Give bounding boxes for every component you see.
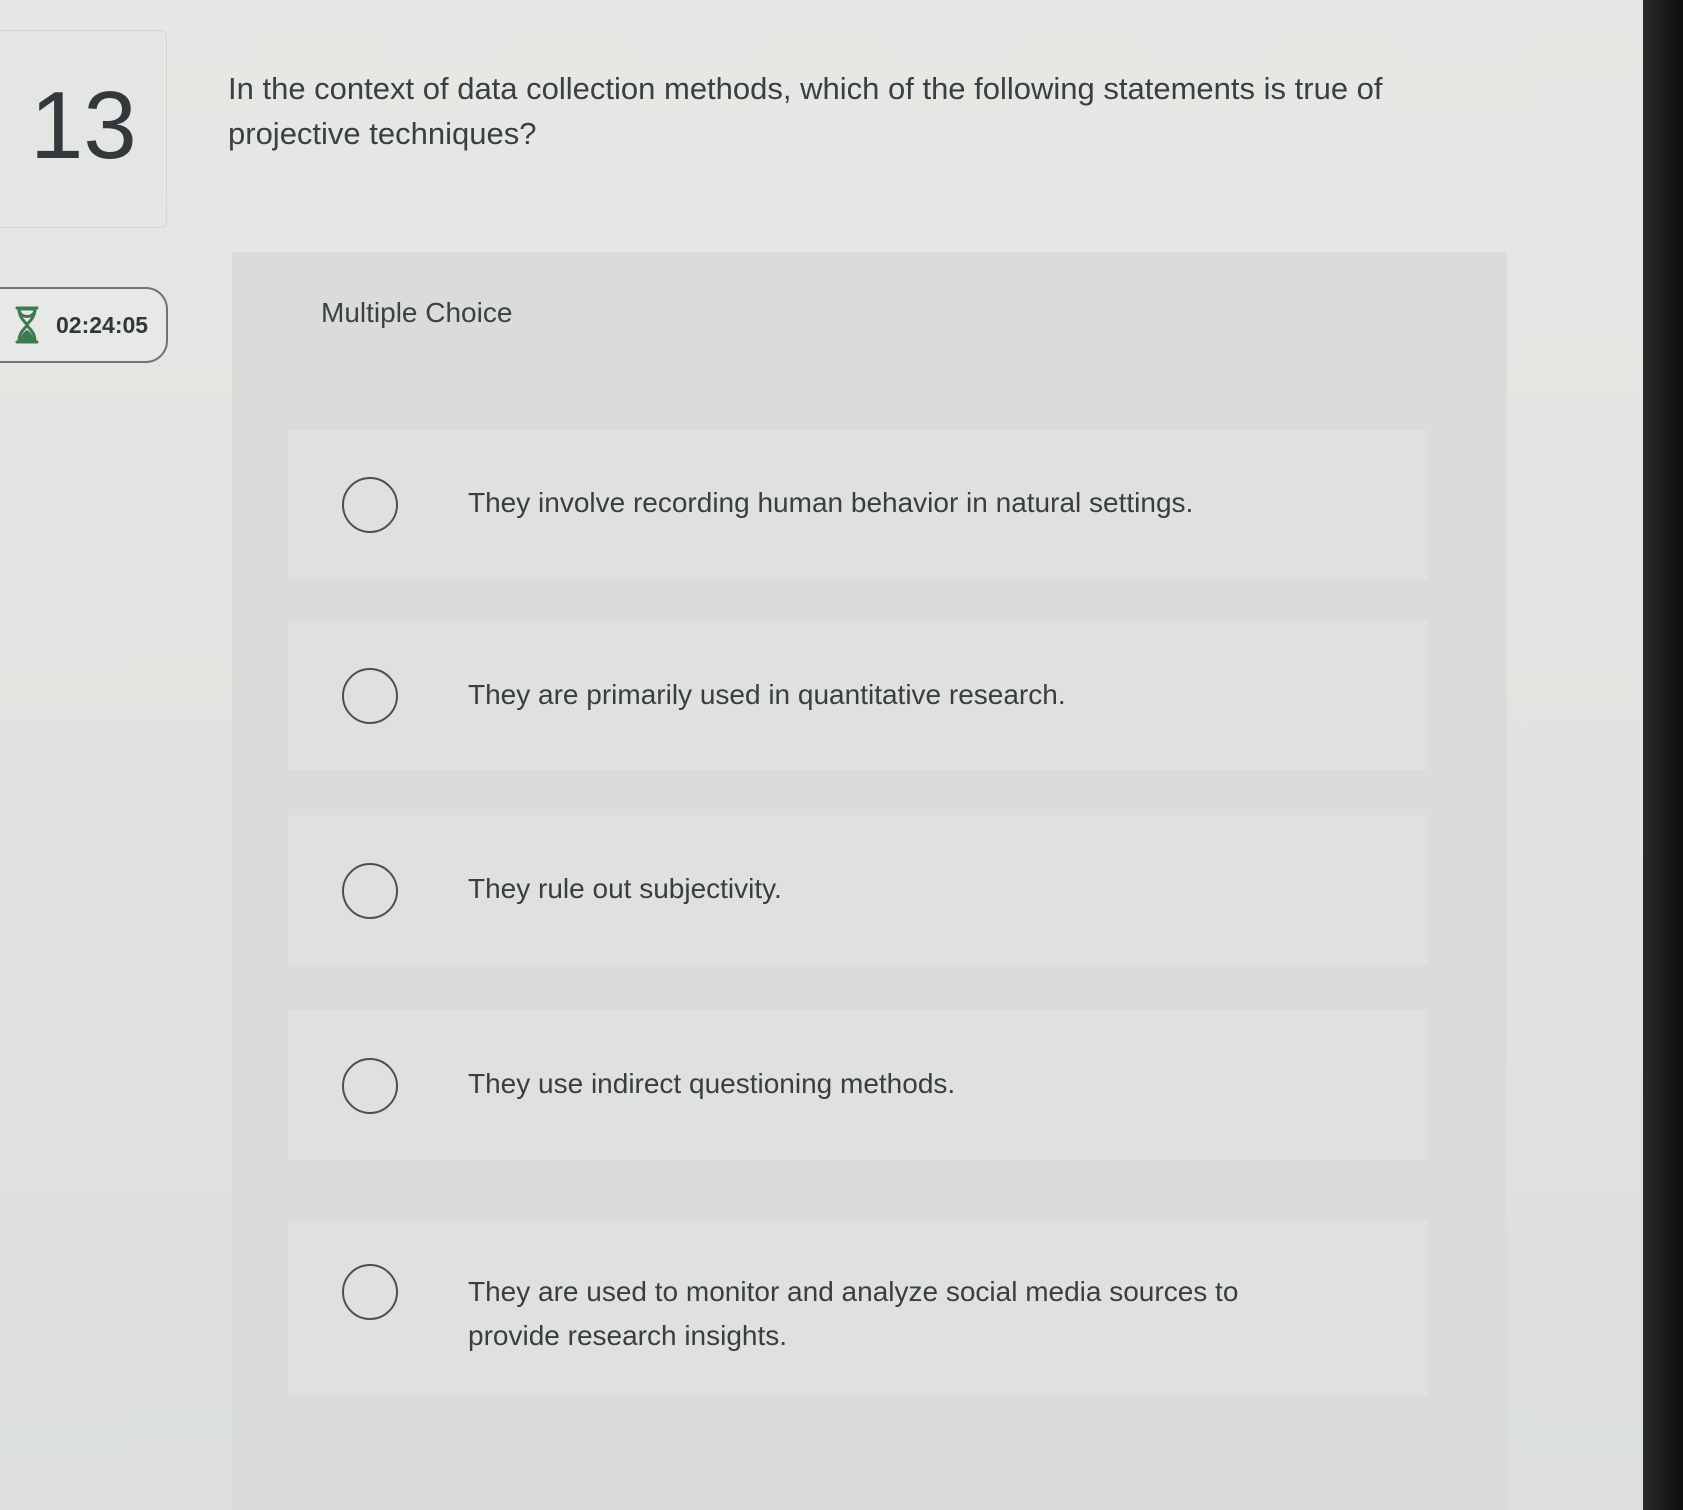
answer-option-4-label: They use indirect questioning methods.: [468, 1068, 956, 1099]
radio-button-5[interactable]: [342, 1264, 398, 1320]
radio-button-3[interactable]: [342, 863, 398, 919]
answer-option-4[interactable]: They use indirect questioning methods.: [288, 1010, 1428, 1160]
answer-option-5[interactable]: They are used to monitor and analyze soc…: [288, 1220, 1428, 1395]
answer-option-1[interactable]: They involve recording human behavior in…: [288, 430, 1428, 580]
question-text: In the context of data collection method…: [228, 71, 1383, 151]
screen-bezel: [1643, 0, 1683, 1510]
answer-option-3[interactable]: They rule out subjectivity.: [288, 815, 1428, 965]
timer-text: 02:24:05: [56, 311, 149, 338]
answer-option-5-label: They are used to monitor and analyze soc…: [468, 1276, 1239, 1351]
question-number: 13: [30, 72, 137, 179]
radio-button-2[interactable]: [342, 668, 398, 724]
answer-option-3-label: They rule out subjectivity.: [468, 873, 782, 904]
answer-option-1-label: They involve recording human behavior in…: [468, 487, 1194, 518]
answer-option-2[interactable]: They are primarily used in quantitative …: [288, 620, 1428, 770]
radio-button-4[interactable]: [342, 1058, 398, 1114]
answer-option-2-label: They are primarily used in quantitative …: [468, 679, 1066, 710]
radio-button-1[interactable]: [342, 477, 398, 533]
hourglass-icon: [12, 305, 42, 345]
question-type-label: Multiple Choice: [321, 297, 513, 328]
timer[interactable]: 02:24:05: [0, 287, 168, 363]
